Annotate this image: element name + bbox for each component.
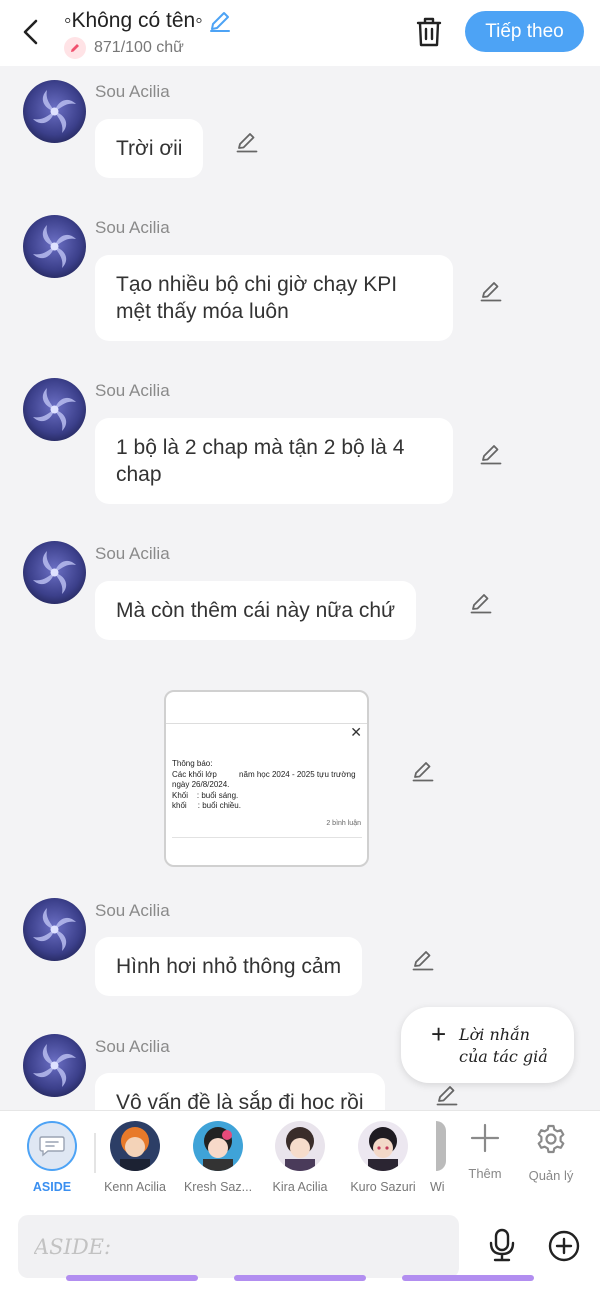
author-note-label: Lời nhắn của tác giả <box>459 1024 548 1068</box>
character-kresh[interactable]: Kresh Saz... <box>176 1121 260 1194</box>
pencil-icon[interactable] <box>434 1082 460 1108</box>
pencil-icon[interactable] <box>468 590 494 616</box>
story-title[interactable]: ◦Không có tên◦ <box>64 9 203 33</box>
add-character-button[interactable]: Thêm <box>455 1123 515 1181</box>
character-label: ASIDE <box>32 1180 72 1194</box>
avatar <box>275 1121 325 1171</box>
character-bar: ASIDE Kenn Acilia Kresh Saz... Kira Acil… <box>0 1110 600 1205</box>
close-icon: ✕ <box>350 724 362 740</box>
character-label: Kuro Sazuri <box>350 1180 416 1194</box>
top-bar: ◦Không có tên◦ 871/100 chữ Tiếp theo <box>0 0 600 66</box>
comments-count: 2 bình luận <box>326 820 361 827</box>
aside-avatar <box>27 1121 77 1171</box>
pencil-icon[interactable] <box>234 129 260 155</box>
trash-icon[interactable] <box>410 14 448 50</box>
character-kenn-acilia[interactable]: Kenn Acilia <box>93 1121 177 1194</box>
character-label: Wi <box>430 1180 445 1194</box>
chat-bubble-icon <box>39 1136 65 1157</box>
message-bubble[interactable]: Mà còn thêm cái này nữa chứ <box>95 581 417 640</box>
message-bubble[interactable]: Tạo nhiều bộ chi giờ chạy KPI mệt thấy m… <box>95 255 453 341</box>
pencil-icon <box>64 37 86 59</box>
plus-icon <box>470 1123 500 1153</box>
manage-button[interactable]: Quản lý <box>521 1123 581 1183</box>
avatar[interactable] <box>23 378 86 441</box>
add-label: Thêm <box>468 1166 502 1181</box>
swipe-indicator <box>66 1275 198 1281</box>
message-bubble[interactable]: Vô vấn đề là sắp đi học rồi <box>95 1073 385 1110</box>
author-name: Sou Acilia <box>95 218 170 237</box>
author-note-button[interactable]: + Lời nhắn của tác giả <box>401 1007 574 1083</box>
author-name: Sou Acilia <box>95 1037 170 1056</box>
character-label: Kira Acilia <box>272 1180 328 1194</box>
avatar[interactable] <box>23 541 86 604</box>
character-kira-acilia[interactable]: Kira Acilia <box>258 1121 342 1194</box>
pencil-icon[interactable] <box>478 278 504 304</box>
word-count-text: 871/100 chữ <box>94 39 184 56</box>
image-attachment[interactable]: ✕ Thông báo: Các khối lớp năm học 2024 -… <box>164 690 369 867</box>
avatar <box>110 1121 160 1171</box>
avatar <box>358 1121 408 1171</box>
avatar[interactable] <box>23 215 86 278</box>
avatar[interactable] <box>23 898 86 961</box>
title-row[interactable]: ◦Không có tên◦ <box>64 7 233 35</box>
message-bubble[interactable]: 1 bộ là 2 chap mà tận 2 bộ là 4 chap <box>95 418 453 504</box>
word-counter: 871/100 chữ <box>64 37 184 59</box>
avatar <box>193 1121 243 1171</box>
avatar[interactable] <box>23 1034 86 1097</box>
avatar[interactable] <box>23 80 86 143</box>
message-input[interactable] <box>18 1215 459 1278</box>
character-label: Kresh Saz... <box>183 1180 253 1194</box>
back-arrow-icon[interactable] <box>14 12 50 52</box>
divider <box>166 723 367 724</box>
plus-icon: + <box>431 1019 447 1049</box>
swipe-indicator <box>234 1275 366 1281</box>
gear-icon <box>537 1124 565 1154</box>
composer <box>0 1205 600 1289</box>
character-partial[interactable]: Wi <box>424 1121 446 1194</box>
author-name: Sou Acilia <box>95 901 170 920</box>
character-aside[interactable]: ASIDE <box>10 1121 94 1194</box>
next-button[interactable]: Tiếp theo <box>465 11 584 52</box>
chat-area[interactable]: Sou Acilia Trời ơii Sou Acilia Tạo nhiều… <box>0 66 600 1110</box>
avatar <box>436 1121 446 1171</box>
pencil-icon[interactable] <box>410 947 436 973</box>
author-name: Sou Acilia <box>95 381 170 400</box>
image-notice-text: Thông báo: Các khối lớp năm học 2024 - 2… <box>172 759 356 810</box>
author-name: Sou Acilia <box>95 544 170 563</box>
author-note-text: Lời nhắn của tác giả <box>459 1025 548 1066</box>
pencil-icon[interactable] <box>478 441 504 467</box>
character-label: Kenn Acilia <box>104 1180 166 1194</box>
swipe-indicator <box>402 1275 534 1281</box>
manage-label: Quản lý <box>528 1168 574 1183</box>
message-bubble[interactable]: Hình hơi nhỏ thông cảm <box>95 937 363 996</box>
author-name: Sou Acilia <box>95 82 170 101</box>
plus-circle-icon[interactable] <box>547 1229 581 1263</box>
character-kuro-sazuri[interactable]: Kuro Sazuri <box>341 1121 425 1194</box>
message-bubble[interactable]: Trời ơii <box>95 119 204 178</box>
mic-icon[interactable] <box>486 1228 518 1262</box>
pencil-icon[interactable] <box>207 8 233 34</box>
divider <box>172 837 362 838</box>
pencil-icon[interactable] <box>410 758 436 784</box>
